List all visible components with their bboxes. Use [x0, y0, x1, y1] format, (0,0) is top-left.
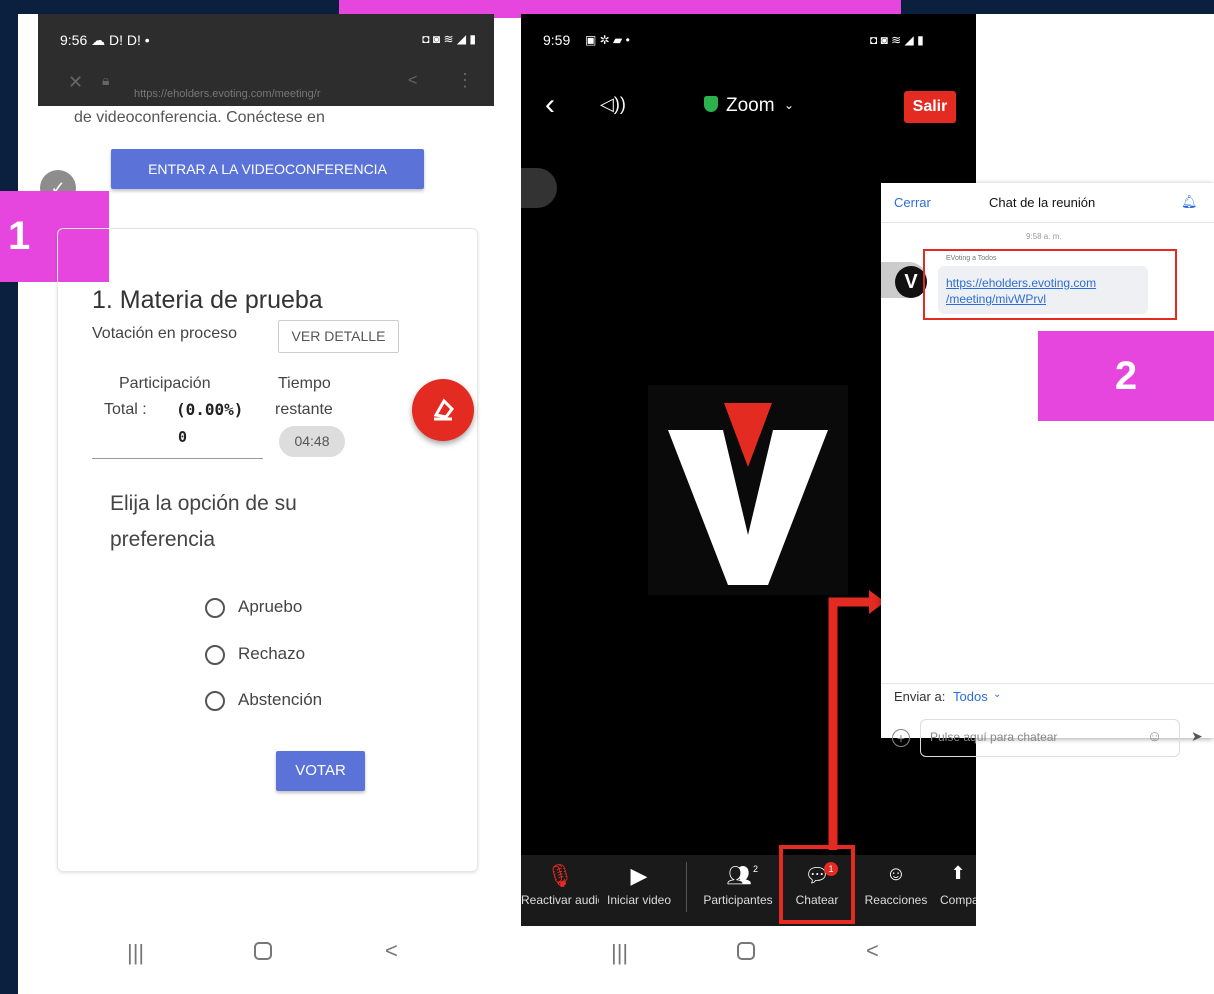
divider — [881, 683, 1214, 684]
chevron-down-icon[interactable]: ⌄ — [784, 98, 794, 112]
close-icon[interactable]: ✕ — [68, 72, 83, 93]
toolbar-label[interactable]: Iniciar video — [600, 893, 678, 907]
question-line-1: Elija la opción de su — [110, 492, 297, 515]
leave-button[interactable]: Salir — [904, 91, 956, 123]
lock-icon: 🔒︎ — [102, 72, 110, 88]
recent-apps-icon[interactable]: ||| — [127, 940, 144, 966]
speaker-icon[interactable]: ◁)) — [600, 94, 626, 115]
status-icons: ◘ ◙ ≋ ◢ ▮ — [870, 33, 924, 47]
home-icon[interactable] — [254, 942, 272, 960]
voting-status: Votación en proceso — [92, 325, 237, 342]
browser-url-bar[interactable]: ✕ 🔒︎ https://eholders.evoting.com/meetin… — [38, 64, 494, 106]
shield-icon — [704, 96, 718, 112]
send-icon[interactable]: ➤ — [1191, 728, 1203, 745]
muted-mic-icon[interactable]: 🎙︎ — [521, 863, 599, 889]
enter-videoconference-button[interactable]: ENTRAR A LA VIDEOCONFERENCIA — [111, 149, 424, 189]
back-arrow-icon[interactable]: ‹ — [545, 90, 555, 120]
evoting-logo — [648, 385, 848, 595]
option-label: Apruebo — [238, 597, 303, 616]
vote-button[interactable]: VOTAR — [276, 751, 365, 791]
chat-badge: 1 — [824, 862, 838, 876]
reactions-icon[interactable]: ☺︎ — [857, 863, 935, 886]
participants-icon[interactable]: 👥︎ — [700, 863, 778, 888]
status-time: 9:59 — [543, 32, 571, 48]
close-chat-button[interactable]: Cerrar — [894, 195, 931, 210]
chat-input-placeholder: Pulse aquí para chatear — [930, 730, 1058, 744]
chevron-down-icon[interactable]: ⌄ — [993, 689, 1001, 700]
video-off-icon[interactable]: ▶︎ — [600, 863, 678, 889]
option-label: Rechazo — [238, 644, 306, 663]
option-label: Abstención — [238, 690, 323, 709]
toolbar-label[interactable]: Reacciones — [857, 893, 935, 907]
more-menu-icon[interactable]: ⋮ — [456, 70, 474, 91]
intro-text: de videoconferencia. Conéctese en — [74, 109, 325, 126]
time-label-1: Tiempo — [278, 375, 331, 392]
divider — [686, 862, 687, 912]
send-to-select[interactable]: Todos — [953, 689, 988, 704]
recent-apps-icon[interactable]: ||| — [611, 940, 628, 966]
toolbar-label[interactable]: Chatear — [779, 893, 855, 907]
toolbar-label[interactable]: Compartir — [940, 893, 976, 907]
status-time: 9:56 ☁ D! D! • — [60, 32, 150, 48]
total-count: 0 — [178, 428, 188, 446]
status-bar: 9:56 ☁ D! D! • ◘ ◙ ≋ ◢ ▮ — [38, 14, 494, 64]
status-icons: ◘ ◙ ≋ ◢ ▮ — [422, 32, 476, 46]
share-icon[interactable]: < — [408, 72, 417, 90]
question-line-2: preferencia — [110, 528, 216, 551]
chat-title: Chat de la reunión — [989, 195, 1096, 210]
chat-icon[interactable]: 💬︎ — [779, 863, 855, 888]
eraser-fab-button[interactable] — [412, 379, 474, 441]
total-percentage: (0.00%) — [176, 400, 244, 419]
toolbar-label[interactable]: Reactivar audio — [521, 893, 599, 907]
red-arrow-annotation — [828, 590, 885, 850]
option-radio-abstencion[interactable] — [205, 691, 225, 711]
divider — [92, 458, 263, 459]
time-remaining-chip: 04:48 — [279, 426, 345, 457]
emoji-icon[interactable]: ☺︎ — [1147, 728, 1162, 745]
home-icon[interactable] — [737, 942, 755, 960]
step-2-badge: 2 — [1038, 331, 1214, 421]
send-to-label: Enviar a: — [894, 689, 946, 704]
message-timestamp: 9:58 a. m. — [1026, 232, 1062, 241]
eraser-icon — [433, 398, 454, 421]
add-icon[interactable]: + — [892, 729, 910, 747]
back-icon[interactable]: < — [385, 938, 398, 964]
bell-icon[interactable]: 🔔︎ — [1181, 194, 1198, 210]
divider — [881, 222, 1214, 223]
share-screen-icon[interactable]: ⬆︎ — [940, 863, 976, 884]
url-text[interactable]: https://eholders.evoting.com/meeting/r — [134, 88, 320, 100]
zoom-title[interactable]: Zoom — [726, 95, 775, 117]
option-radio-apruebo[interactable] — [205, 598, 225, 618]
toolbar-label[interactable]: Participantes — [697, 893, 779, 907]
participants-count: 2 — [753, 864, 759, 874]
option-radio-rechazo[interactable] — [205, 645, 225, 665]
link-highlight-box — [923, 249, 1177, 320]
time-label-2: restante — [275, 401, 333, 418]
view-details-button[interactable]: VER DETALLE — [278, 320, 399, 353]
card-title: 1. Materia de prueba — [92, 286, 323, 314]
back-icon[interactable]: < — [866, 938, 879, 964]
notification-icons: ▣ ✲ ▰ • — [585, 33, 630, 47]
total-label: Total : — [104, 401, 147, 418]
participation-label: Participación — [119, 375, 211, 392]
